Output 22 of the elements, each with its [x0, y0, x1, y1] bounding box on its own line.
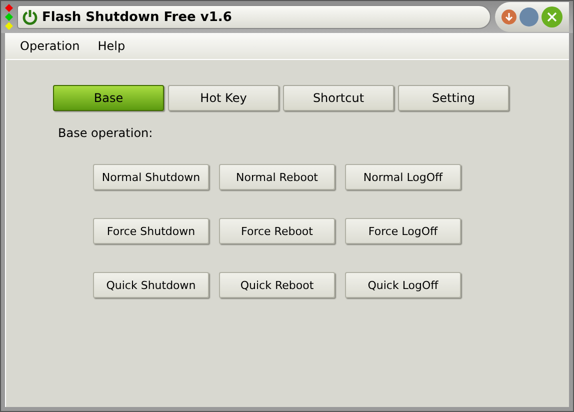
window-title: Flash Shutdown Free v1.6 — [42, 10, 232, 24]
power-icon — [22, 9, 38, 25]
minimize-button[interactable] — [501, 9, 517, 25]
action-button[interactable]: Force LogOff — [345, 218, 461, 244]
action-button[interactable]: Quick Reboot — [219, 272, 335, 298]
tab[interactable]: Base — [53, 85, 164, 111]
tab[interactable]: Setting — [398, 85, 509, 111]
tab[interactable]: Shortcut — [283, 85, 394, 111]
action-button[interactable]: Quick LogOff — [345, 272, 461, 298]
action-button[interactable]: Force Shutdown — [93, 218, 209, 244]
status-lights-icon — [5, 4, 13, 30]
menu-item[interactable]: Operation — [13, 37, 87, 55]
close-button[interactable] — [541, 6, 563, 28]
action-button[interactable]: Normal Shutdown — [93, 164, 209, 190]
menu-item[interactable]: Help — [90, 37, 132, 55]
tab[interactable]: Hot Key — [168, 85, 279, 111]
section-label: Base operation: — [58, 126, 154, 140]
action-button[interactable]: Force Reboot — [219, 218, 335, 244]
action-button[interactable]: Normal Reboot — [219, 164, 335, 190]
action-button[interactable]: Quick Shutdown — [93, 272, 209, 298]
action-button[interactable]: Normal LogOff — [345, 164, 461, 190]
maximize-button[interactable] — [519, 7, 539, 27]
